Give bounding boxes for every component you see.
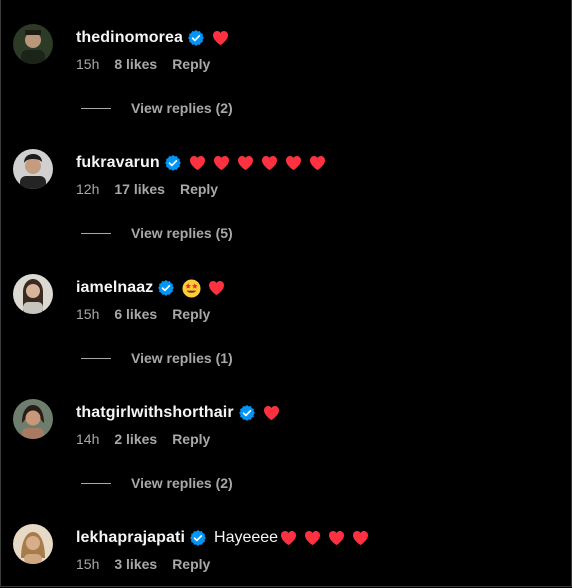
view-replies-button[interactable]: View replies (1): [81, 348, 233, 368]
view-replies-label: View replies (2): [131, 100, 233, 116]
comment-text: [212, 30, 236, 46]
heart-emoji-icon: [353, 531, 369, 545]
view-replies-button[interactable]: View replies (5): [81, 223, 233, 243]
comment-time: 12h: [76, 181, 100, 197]
comment-time: 15h: [76, 306, 100, 322]
heart-emoji-icon: [209, 281, 225, 295]
comment-text: [182, 278, 232, 298]
comment-item: iamelnaaz 15h 6 likes Reply View replies…: [0, 274, 572, 399]
username[interactable]: lekhaprajapati: [76, 529, 185, 547]
username[interactable]: fukravarun: [76, 154, 160, 172]
comment-item: thatgirlwithshorthair 14h 2 likes Reply …: [0, 399, 572, 524]
replies-divider: [81, 357, 111, 359]
reply-button[interactable]: Reply: [172, 556, 210, 572]
heart-emoji-icon: [329, 531, 345, 545]
comment-text: Hayeeee: [214, 529, 376, 547]
view-replies-label: View replies (5): [131, 225, 233, 241]
heart-emoji-icon: [281, 531, 297, 545]
star-struck-emoji-icon: [182, 278, 201, 298]
likes-count[interactable]: 2 likes: [114, 431, 157, 447]
likes-count[interactable]: 3 likes: [114, 556, 157, 572]
comment-item: fukravarun 12h 17 likes Reply View repli…: [0, 149, 572, 274]
comment-time: 14h: [76, 431, 100, 447]
comment-time: 15h: [76, 556, 100, 572]
likes-count[interactable]: 8 likes: [114, 56, 157, 72]
avatar[interactable]: [13, 399, 53, 439]
heart-emoji-icon: [305, 531, 321, 545]
reply-button[interactable]: Reply: [172, 431, 210, 447]
heart-emoji-icon: [237, 156, 253, 170]
comment-text: [263, 405, 287, 421]
likes-count[interactable]: 6 likes: [114, 306, 157, 322]
replies-divider: [81, 232, 111, 234]
replies-divider: [81, 107, 111, 109]
avatar[interactable]: [13, 24, 53, 64]
heart-emoji-icon: [285, 156, 301, 170]
verified-badge-icon: [164, 155, 181, 171]
comment-time: 15h: [76, 56, 100, 72]
avatar[interactable]: [13, 149, 53, 189]
replies-divider: [81, 482, 111, 484]
comment-text: [189, 155, 333, 171]
verified-badge-icon: [190, 530, 206, 546]
view-replies-button[interactable]: View replies (2): [81, 473, 233, 493]
likes-count[interactable]: 17 likes: [114, 181, 165, 197]
heart-emoji-icon: [309, 156, 325, 170]
heart-emoji-icon: [189, 156, 205, 170]
verified-badge-icon: [188, 30, 204, 46]
heart-emoji-icon: [261, 156, 277, 170]
avatar[interactable]: [13, 524, 53, 564]
verified-badge-icon: [158, 280, 175, 296]
comment-item: lekhaprajapati Hayeeee 15h 3 likes Reply: [0, 524, 572, 588]
heart-emoji-icon: [213, 31, 228, 45]
comment-item: thedinomorea 15h 8 likes Reply View repl…: [0, 24, 572, 149]
comment-text-content: Hayeeee: [214, 529, 279, 546]
view-replies-button[interactable]: View replies (2): [81, 98, 233, 118]
heart-emoji-icon: [263, 406, 279, 420]
reply-button[interactable]: Reply: [180, 181, 218, 197]
username[interactable]: thatgirlwithshorthair: [76, 404, 234, 422]
verified-badge-icon: [238, 405, 255, 421]
reply-button[interactable]: Reply: [172, 56, 210, 72]
avatar[interactable]: [13, 274, 53, 314]
reply-button[interactable]: Reply: [172, 306, 210, 322]
username[interactable]: iamelnaaz: [76, 279, 153, 297]
view-replies-label: View replies (1): [131, 350, 233, 366]
username[interactable]: thedinomorea: [76, 29, 183, 47]
heart-emoji-icon: [213, 156, 229, 170]
view-replies-label: View replies (2): [131, 475, 233, 491]
